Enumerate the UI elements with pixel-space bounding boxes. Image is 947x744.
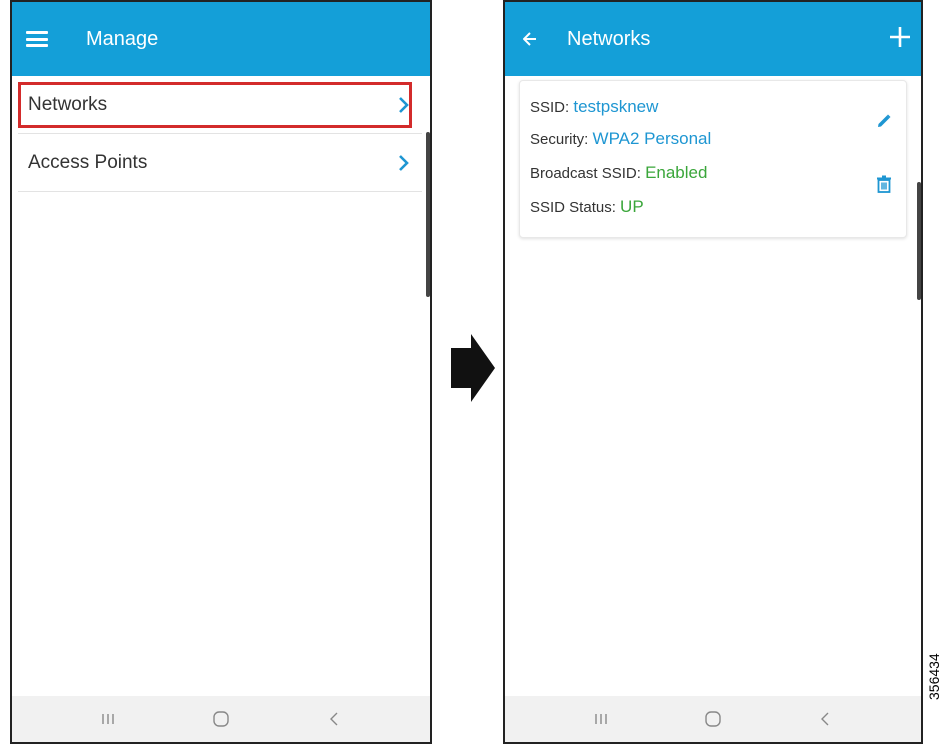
page-title: Networks (567, 27, 651, 50)
system-nav-bar (505, 696, 921, 742)
pencil-icon[interactable] (876, 113, 892, 134)
app-bar: Networks (505, 2, 921, 76)
ssid-label: SSID: (530, 99, 570, 116)
page-title: Manage (86, 27, 159, 50)
figure-id: 356434 (926, 653, 942, 700)
scrollbar[interactable] (917, 182, 921, 300)
list-item-access-points[interactable]: Access Points (18, 134, 422, 192)
system-nav-bar (12, 696, 430, 742)
networks-screen: Networks SSID: testpsknew Security: WPA2… (503, 0, 923, 744)
manage-screen: Manage Networks Access Points (10, 0, 432, 744)
security-value: WPA2 Personal (592, 129, 712, 148)
list-item-label: Access Points (28, 151, 148, 173)
recent-apps-icon[interactable] (581, 699, 621, 739)
ssid-value: testpsknew (573, 97, 659, 116)
arrow-right-icon (451, 334, 495, 402)
ssid-line: SSID: testpsknew (530, 97, 658, 117)
back-icon[interactable] (314, 699, 354, 739)
back-icon[interactable] (805, 699, 845, 739)
status-label: SSID Status: (530, 199, 616, 216)
status-value: UP (620, 197, 644, 216)
network-card[interactable]: SSID: testpsknew Security: WPA2 Personal… (519, 80, 907, 238)
broadcast-value: Enabled (645, 163, 708, 182)
chevron-right-icon (399, 154, 409, 171)
security-line: Security: WPA2 Personal (530, 129, 711, 149)
home-icon[interactable] (201, 699, 241, 739)
security-label: Security: (530, 131, 589, 148)
trash-icon[interactable] (876, 175, 892, 198)
highlight-box (18, 82, 412, 128)
home-icon[interactable] (693, 699, 733, 739)
arrow-left-icon[interactable] (523, 32, 537, 46)
app-bar: Manage (12, 2, 430, 76)
status-line: SSID Status: UP (530, 197, 644, 217)
recent-apps-icon[interactable] (88, 699, 128, 739)
broadcast-line: Broadcast SSID: Enabled (530, 163, 707, 183)
menu-icon[interactable] (26, 31, 48, 47)
plus-icon[interactable] (889, 26, 911, 53)
broadcast-label: Broadcast SSID: (530, 165, 641, 182)
scrollbar[interactable] (426, 132, 430, 297)
